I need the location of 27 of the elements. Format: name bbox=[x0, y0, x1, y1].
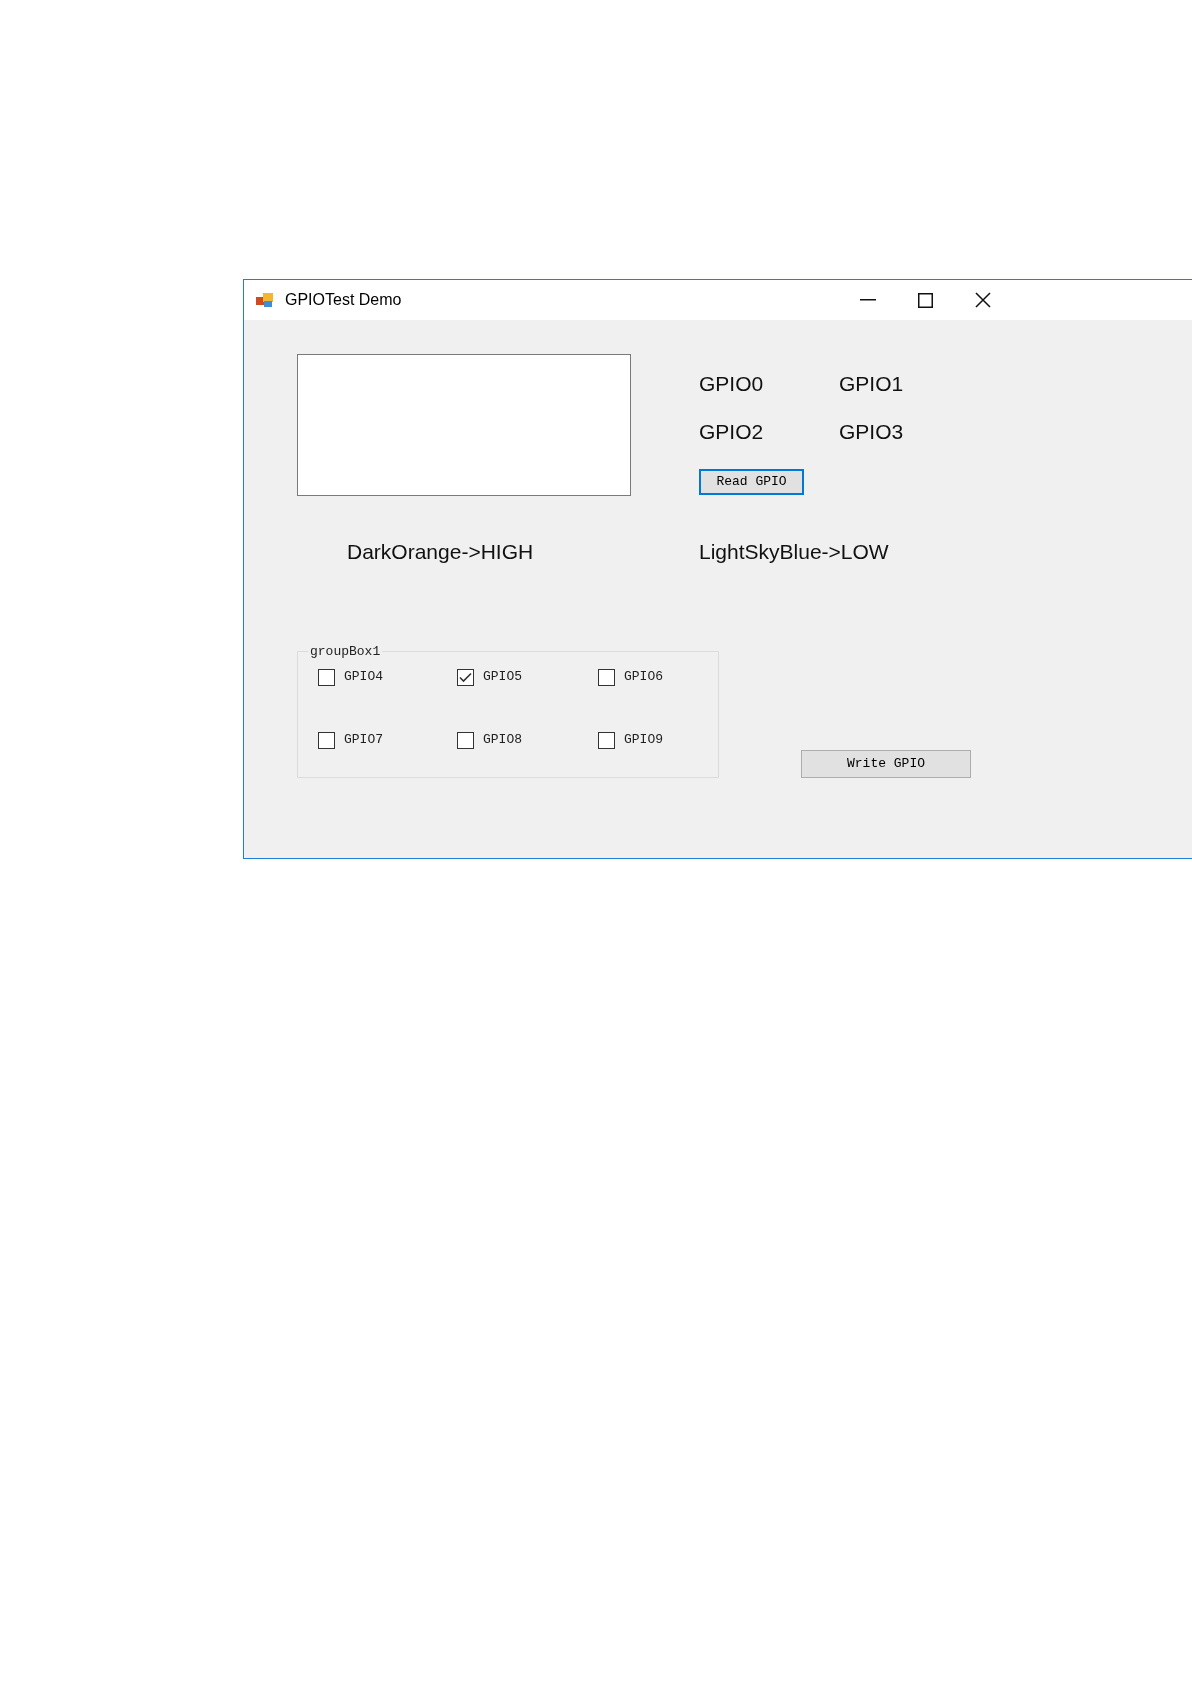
legend-text: LightSkyBlue->LOW bbox=[699, 539, 889, 566]
maximize-icon[interactable] bbox=[918, 292, 934, 308]
gpio-label: GPIO2 bbox=[699, 419, 765, 445]
app-icon bbox=[256, 292, 274, 308]
checkbox-square[interactable] bbox=[318, 731, 335, 749]
read-gpio-button[interactable]: Read GPIO bbox=[699, 469, 804, 495]
gpio-checkbox[interactable]: GPIO4 bbox=[318, 667, 383, 687]
checkbox-square[interactable] bbox=[598, 668, 615, 686]
gpio-checkbox[interactable]: GPIO6 bbox=[598, 667, 663, 687]
checkbox-square[interactable] bbox=[457, 731, 474, 749]
gpio-checkbox[interactable]: GPIO8 bbox=[457, 730, 522, 750]
gpio-checkbox[interactable]: GPIO5 bbox=[457, 667, 522, 687]
minimize-icon[interactable] bbox=[860, 299, 877, 301]
checkbox-square[interactable] bbox=[318, 668, 335, 686]
group-box-title: groupBox1 bbox=[309, 643, 382, 661]
legend-text: DarkOrange->HIGH bbox=[347, 539, 535, 566]
gpio-label: GPIO3 bbox=[839, 419, 905, 445]
write-gpio-button[interactable]: Write GPIO bbox=[801, 750, 971, 778]
gpio-label: GPIO0 bbox=[699, 371, 765, 397]
gpio-checkbox[interactable]: GPIO7 bbox=[318, 730, 383, 750]
gpio-label: GPIO1 bbox=[839, 371, 905, 397]
window-title: GPIOTest Demo bbox=[285, 290, 402, 310]
gpio-checkbox[interactable]: GPIO9 bbox=[598, 730, 663, 750]
check-icon bbox=[459, 671, 472, 683]
close-icon[interactable] bbox=[975, 292, 992, 308]
checkbox-square[interactable] bbox=[457, 668, 474, 686]
checkbox-square[interactable] bbox=[598, 731, 615, 749]
